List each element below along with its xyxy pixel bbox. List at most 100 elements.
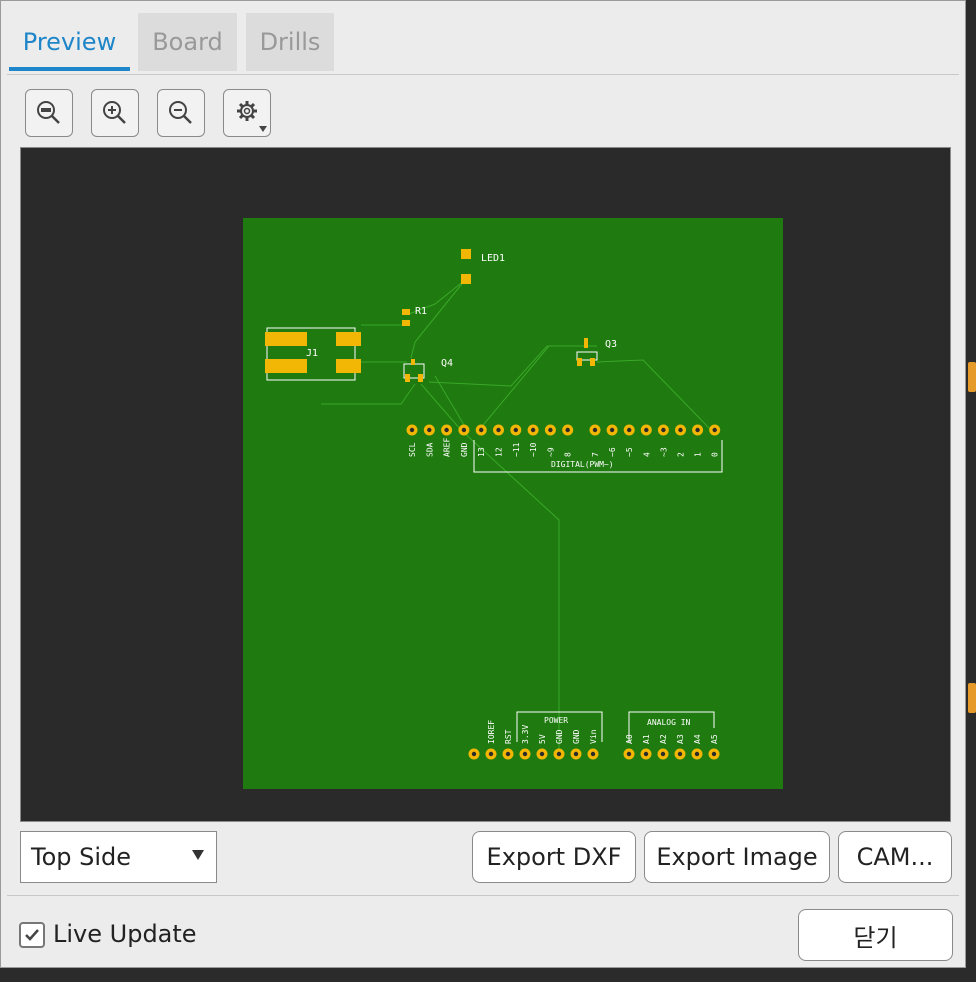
power-pin-label: GND bbox=[572, 729, 581, 744]
digital-pin-pad-hole bbox=[496, 427, 501, 433]
tab-preview[interactable]: Preview bbox=[9, 13, 130, 71]
power-pin-pad-hole bbox=[556, 751, 562, 757]
cam-label: CAM... bbox=[856, 843, 934, 871]
power-pin-label: Vin bbox=[589, 729, 598, 744]
analog-pin-pad-hole bbox=[660, 751, 666, 757]
power-pin-label: GND bbox=[555, 729, 564, 744]
background-marker bbox=[968, 683, 976, 713]
analog-pin-pad-hole bbox=[626, 751, 632, 757]
digital-pin-pad-hole bbox=[409, 427, 415, 433]
digital-pin-pad-hole bbox=[530, 427, 536, 433]
power-pin-label: IOREF bbox=[487, 720, 496, 744]
preview-viewport[interactable]: LED1 R1 J1 Q4 Q3 DIGITAL(PWM~) POWER ANA… bbox=[20, 147, 951, 822]
analog-pin-label: A2 bbox=[659, 734, 668, 744]
side-select-value: Top Side bbox=[31, 843, 132, 871]
export-dxf-label: Export DXF bbox=[486, 843, 622, 871]
digital-pin-label: GND bbox=[460, 442, 469, 457]
gerber-preview-dialog: Preview Board Drills LED1 R1 J1 Q4 Q3 DI… bbox=[0, 0, 966, 968]
power-pin-label: RST bbox=[504, 729, 513, 744]
analog-header-label: ANALOG IN bbox=[647, 718, 691, 727]
tab-divider bbox=[7, 74, 959, 75]
checkmark-icon bbox=[25, 929, 39, 941]
q3-label: Q3 bbox=[605, 339, 617, 350]
digital-pin-label: ~11 bbox=[512, 442, 521, 457]
digital-pin-label: 7 bbox=[591, 452, 600, 457]
q4-label: Q4 bbox=[441, 358, 453, 369]
background-bottom bbox=[0, 966, 976, 982]
digital-pin-pad-hole bbox=[712, 427, 717, 433]
side-select[interactable]: Top Side bbox=[20, 831, 217, 883]
analog-pin-label: A4 bbox=[693, 734, 702, 744]
digital-pin-label: AREF bbox=[443, 438, 452, 457]
digital-header-label: DIGITAL(PWM~) bbox=[551, 460, 614, 469]
analog-pin-pad-hole bbox=[711, 751, 717, 757]
footer-divider bbox=[7, 895, 959, 896]
close-button[interactable]: 닫기 bbox=[798, 909, 953, 961]
digital-pin-pad-hole bbox=[461, 427, 467, 433]
digital-pin-pad-hole bbox=[592, 427, 598, 433]
digital-pin-pad-hole bbox=[678, 427, 683, 433]
pcb-preview: LED1 R1 J1 Q4 Q3 DIGITAL(PWM~) POWER ANA… bbox=[243, 218, 783, 789]
power-pin-pad-hole bbox=[573, 751, 579, 757]
power-pin-pad-hole bbox=[488, 751, 494, 757]
export-image-label: Export Image bbox=[656, 843, 818, 871]
active-tab-indicator bbox=[9, 67, 130, 71]
zoom-out-button[interactable] bbox=[157, 89, 205, 137]
export-dxf-button[interactable]: Export DXF bbox=[472, 831, 636, 883]
digital-pin-pad-hole bbox=[513, 427, 518, 433]
analog-pin-label: A3 bbox=[676, 734, 685, 744]
r1-label: R1 bbox=[415, 306, 427, 317]
zoom-out-icon bbox=[169, 101, 192, 124]
analog-pin-pad-hole bbox=[694, 751, 700, 757]
digital-pin-label: 8 bbox=[564, 452, 573, 457]
digital-pin-label: ~10 bbox=[529, 442, 538, 457]
dropdown-arrow-icon bbox=[192, 850, 204, 860]
export-image-button[interactable]: Export Image bbox=[644, 831, 830, 883]
digital-pin-pad-hole bbox=[661, 427, 666, 433]
digital-pin-label: 2 bbox=[677, 452, 686, 457]
tab-bar: Preview Board Drills bbox=[7, 11, 957, 73]
live-update-checkbox[interactable] bbox=[19, 922, 45, 948]
power-header-label: POWER bbox=[544, 716, 568, 725]
digital-pin-label: SDA bbox=[425, 442, 434, 457]
digital-pin-label: SCL bbox=[408, 442, 417, 457]
digital-pin-label: 12 bbox=[495, 447, 504, 457]
zoom-in-button[interactable] bbox=[91, 89, 139, 137]
digital-pin-label: 1 bbox=[694, 452, 703, 457]
digital-pin-pad-hole bbox=[427, 427, 432, 433]
tab-preview-label: Preview bbox=[22, 28, 117, 56]
digital-pin-pad-hole bbox=[695, 427, 700, 433]
tab-drills[interactable]: Drills bbox=[246, 13, 334, 71]
led1-label: LED1 bbox=[481, 253, 505, 264]
power-pin-pad-hole bbox=[590, 751, 596, 757]
digital-pin-label: ~9 bbox=[546, 447, 555, 457]
settings-button[interactable] bbox=[223, 89, 271, 137]
background-marker bbox=[968, 362, 976, 392]
analog-pin-pad-hole bbox=[677, 751, 683, 757]
digital-pin-pad-hole bbox=[609, 427, 615, 433]
tab-drills-label: Drills bbox=[259, 28, 321, 56]
analog-pin-pad-hole bbox=[643, 751, 649, 757]
power-pin-pad-hole bbox=[539, 751, 545, 757]
digital-pin-pad-hole bbox=[479, 427, 484, 433]
live-update-label: Live Update bbox=[53, 920, 197, 948]
analog-pin-label: A5 bbox=[710, 734, 719, 744]
digital-pin-pad-hole bbox=[548, 427, 553, 433]
digital-pin-pad-hole bbox=[627, 427, 632, 433]
digital-pin-label: 0 bbox=[711, 452, 720, 457]
cam-button[interactable]: CAM... bbox=[838, 831, 952, 883]
power-pin-label: 3.3V bbox=[521, 725, 530, 744]
power-pin-label: 5V bbox=[538, 734, 547, 744]
digital-pin-pad-hole bbox=[644, 427, 649, 433]
pcb-board bbox=[243, 218, 783, 789]
close-label: 닫기 bbox=[853, 923, 898, 952]
tab-board-label: Board bbox=[152, 28, 223, 56]
analog-pin-label: A0 bbox=[625, 734, 634, 744]
digital-pin-label: 13 bbox=[477, 447, 486, 457]
j1-label: J1 bbox=[306, 348, 318, 359]
power-pin-pad-hole bbox=[471, 751, 477, 757]
zoom-fit-button[interactable] bbox=[25, 89, 73, 137]
background-right bbox=[966, 0, 976, 982]
zoom-fit-icon bbox=[37, 101, 60, 124]
tab-board[interactable]: Board bbox=[138, 13, 237, 71]
